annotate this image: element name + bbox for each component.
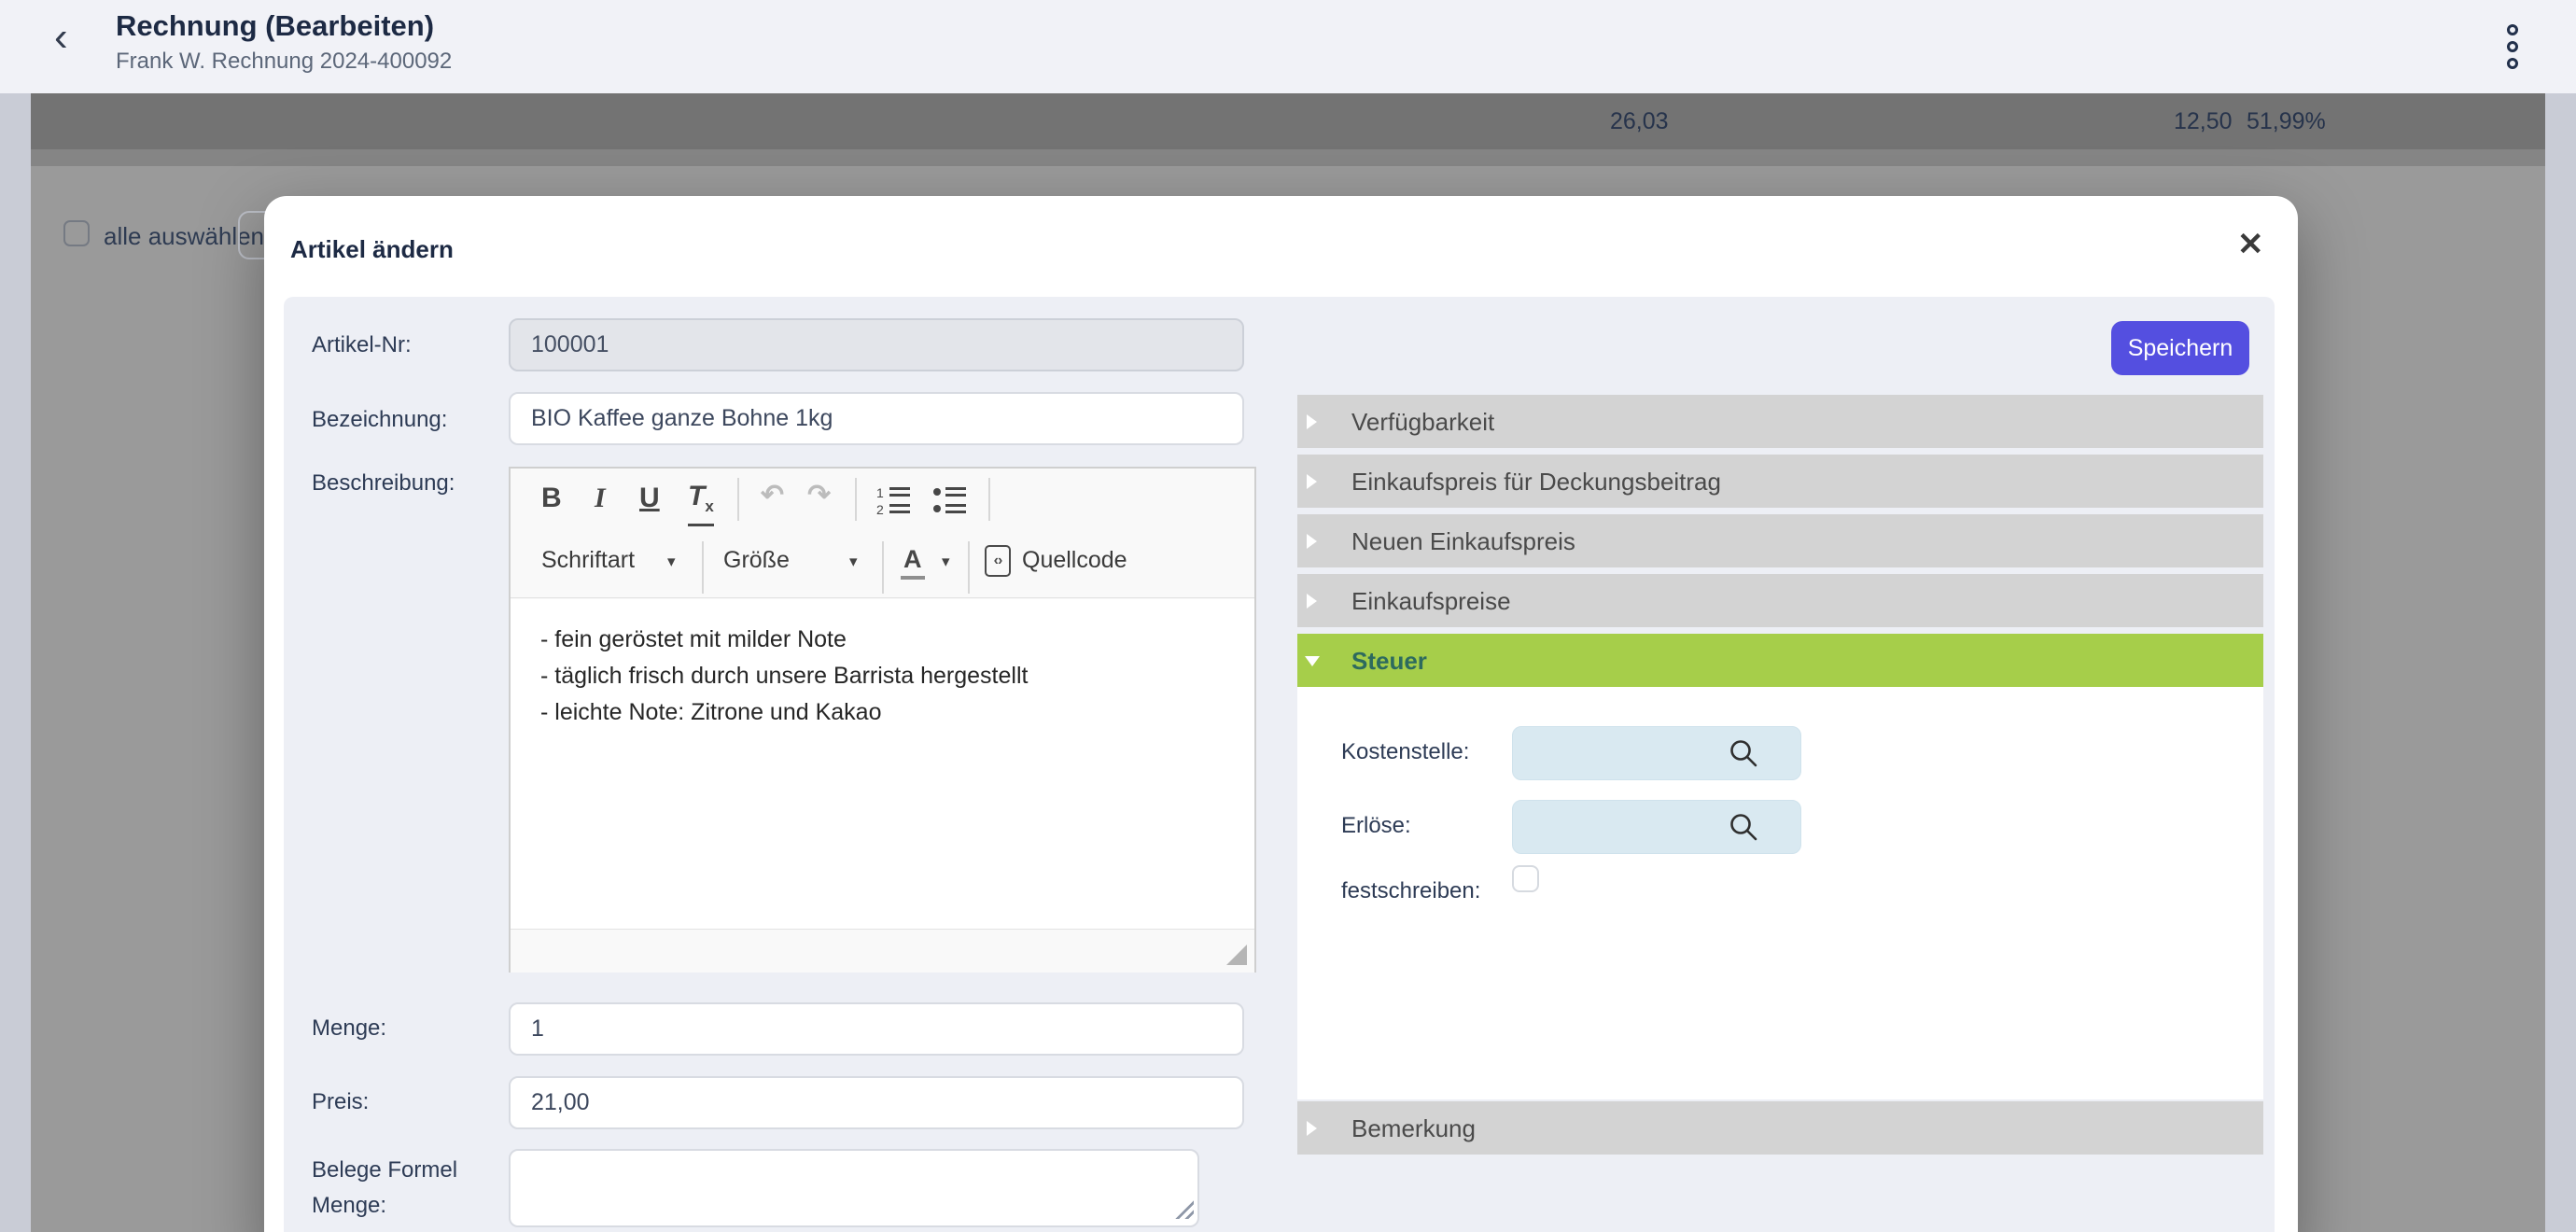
chevron-right-icon: [1307, 594, 1317, 609]
source-code-button[interactable]: Quellcode: [1022, 547, 1127, 574]
font-dropdown[interactable]: Schriftart: [541, 547, 635, 574]
dimmed-row-divider: [31, 149, 2545, 166]
chevron-down-icon[interactable]: ▾: [942, 553, 950, 571]
remove-format-t: T: [688, 481, 705, 511]
accordion-neuen-einkaufspreis[interactable]: Neuen Einkaufspreis: [1297, 514, 2263, 567]
festschreiben-checkbox[interactable]: [1512, 865, 1539, 892]
accordion-label: Steuer: [1351, 647, 1427, 676]
backdrop-left-margin: [0, 93, 31, 1232]
erloese-label: Erlöse:: [1341, 813, 1411, 839]
dimmed-value: 26,03: [1610, 108, 1669, 135]
chevron-right-icon: [1307, 534, 1317, 549]
redo-icon[interactable]: ↷: [807, 480, 831, 511]
svg-text:1: 1: [876, 485, 884, 500]
editor-content[interactable]: - fein geröstet mit milder Note - täglic…: [511, 599, 1254, 929]
artikel-aendern-dialog: Artikel ändern ✕ Artikel-Nr: Bezeichnung…: [264, 196, 2298, 1232]
ordered-list-icon[interactable]: 1 2: [876, 485, 914, 515]
rich-text-editor: B I U Tx ↶ ↷ 1 2 Schriftart ▾ Größe ▾: [509, 467, 1256, 973]
accordion-einkaufspreise[interactable]: Einkaufspreise: [1297, 574, 2263, 627]
bezeichnung-field[interactable]: [509, 392, 1244, 445]
kostenstelle-label: Kostenstelle:: [1341, 739, 1469, 765]
backdrop-right-margin: [2545, 93, 2576, 1232]
artikel-nr-field: [509, 318, 1244, 371]
editor-line: - täglich frisch durch unsere Barrista h…: [540, 658, 1225, 694]
unordered-list-icon[interactable]: [932, 485, 970, 515]
size-dropdown[interactable]: Größe: [723, 547, 790, 574]
bezeichnung-label: Bezeichnung:: [312, 407, 447, 433]
remove-format-button[interactable]: Tx: [688, 481, 714, 526]
chevron-right-icon: [1307, 474, 1317, 489]
italic-button[interactable]: I: [595, 483, 606, 514]
dimmed-table-row: 26,03 12,50 51,99%: [31, 93, 2545, 149]
search-icon[interactable]: [1728, 737, 1759, 769]
underline-button[interactable]: U: [639, 483, 660, 514]
accordion-label: Verfügbarkeit: [1351, 408, 1494, 437]
editor-line: - leichte Note: Zitrone und Kakao: [540, 694, 1225, 731]
chevron-down-icon: [1305, 656, 1320, 666]
svg-text:2: 2: [876, 502, 884, 515]
bold-button[interactable]: B: [541, 483, 562, 514]
accordion-steuer[interactable]: Steuer: [1297, 634, 2263, 687]
page-title: Rechnung (Bearbeiten): [116, 9, 434, 43]
editor-line: - fein geröstet mit milder Note: [540, 622, 1225, 658]
source-code-icon[interactable]: ‹›: [985, 545, 1011, 577]
editor-footer: [511, 929, 1254, 973]
artikel-nr-label: Artikel-Nr:: [312, 332, 412, 358]
accordion-label: Einkaufspreise: [1351, 587, 1511, 616]
accordion-label: Bemerkung: [1351, 1114, 1476, 1143]
accordion-bemerkung[interactable]: Bemerkung: [1297, 1101, 2263, 1155]
chevron-down-icon[interactable]: ▾: [667, 553, 676, 571]
dimmed-value: 12,50: [2174, 108, 2233, 135]
menge-field[interactable]: [509, 1002, 1244, 1056]
chevron-right-icon: [1307, 1121, 1317, 1136]
editor-toolbar: B I U Tx ↶ ↷ 1 2 Schriftart ▾ Größe ▾: [511, 469, 1254, 598]
back-button[interactable]: ‹: [54, 17, 68, 58]
editor-resize-handle[interactable]: [1226, 945, 1247, 965]
chevron-down-icon[interactable]: ▾: [849, 553, 858, 571]
select-all-checkbox[interactable]: [63, 220, 90, 246]
app-header: ‹ Rechnung (Bearbeiten) Frank W. Rechnun…: [0, 0, 2576, 93]
dialog-title: Artikel ändern: [290, 235, 454, 264]
accordion-einkaufspreis-deckungsbeitrag[interactable]: Einkaufspreis für Deckungsbeitrag: [1297, 455, 2263, 508]
dimmed-value: 51,99%: [2247, 108, 2326, 135]
menge-label: Menge:: [312, 1015, 386, 1042]
text-color-button[interactable]: A: [901, 543, 925, 580]
close-icon[interactable]: ✕: [2237, 226, 2264, 263]
save-button[interactable]: Speichern: [2111, 321, 2249, 375]
accordion-label: Neuen Einkaufspreis: [1351, 527, 1575, 556]
page-subtitle: Frank W. Rechnung 2024-400092: [116, 49, 452, 75]
kebab-menu-icon[interactable]: [2503, 24, 2522, 69]
search-icon[interactable]: [1728, 811, 1759, 843]
accordion-verfuegbarkeit[interactable]: Verfügbarkeit: [1297, 395, 2263, 448]
beschreibung-label: Beschreibung:: [312, 470, 455, 497]
preis-field[interactable]: [509, 1076, 1244, 1129]
accordion-label: Einkaufspreis für Deckungsbeitrag: [1351, 468, 1721, 497]
belege-formel-label-line2: Menge:: [312, 1193, 386, 1219]
belege-formel-menge-field[interactable]: [509, 1149, 1199, 1227]
preis-label: Preis:: [312, 1089, 369, 1115]
undo-icon[interactable]: ↶: [761, 480, 784, 511]
remove-format-x: x: [705, 497, 713, 515]
festschreiben-label: festschreiben:: [1341, 878, 1480, 904]
chevron-right-icon: [1307, 414, 1317, 429]
belege-formel-label-line1: Belege Formel: [312, 1157, 457, 1183]
